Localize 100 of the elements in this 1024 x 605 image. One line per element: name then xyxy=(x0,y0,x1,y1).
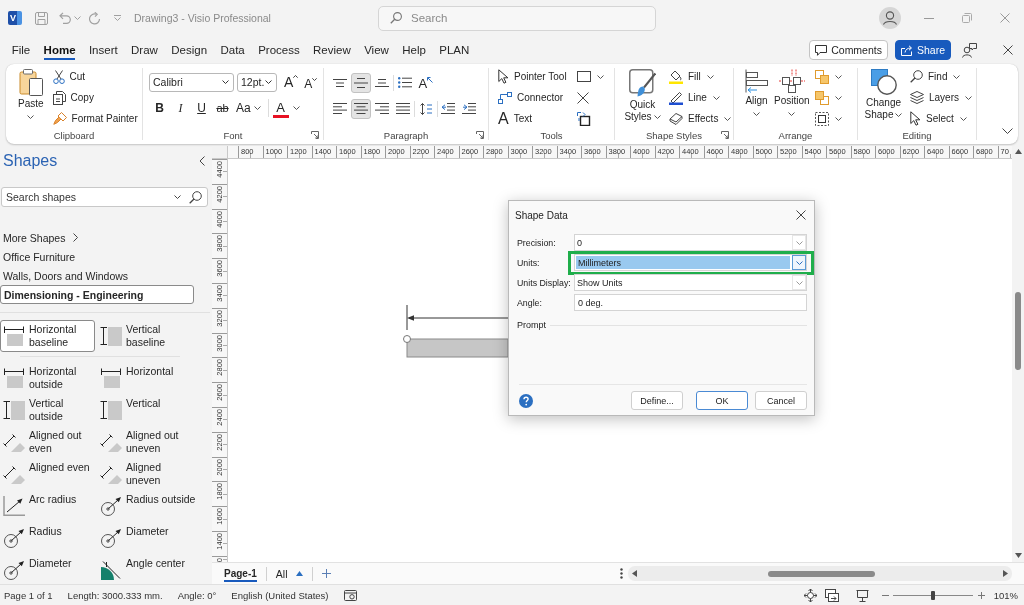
dialog-button[interactable]: Cancel xyxy=(755,391,807,410)
connector-button[interactable]: Connector xyxy=(495,87,570,108)
right-arrow-icon[interactable] xyxy=(1003,570,1008,577)
shape-item[interactable]: Horizontal xyxy=(97,362,208,394)
align-middle-button[interactable] xyxy=(351,72,371,93)
menu-tab[interactable]: Design xyxy=(164,38,214,62)
more-shapes-button[interactable]: More Shapes xyxy=(0,228,82,247)
menu-tab[interactable]: Draw xyxy=(124,38,165,62)
pointer-tool-button[interactable]: Pointer Tool xyxy=(495,66,570,87)
text-tool-button[interactable]: A Text xyxy=(495,108,570,129)
shape-item[interactable]: Angle center xyxy=(97,554,208,584)
bold-button[interactable]: B xyxy=(149,98,170,118)
position-button[interactable]: Position xyxy=(771,66,813,116)
user-avatar-icon[interactable] xyxy=(879,7,901,29)
italic-button[interactable]: I xyxy=(170,98,191,118)
close-icon[interactable] xyxy=(796,210,806,220)
dropdown-field[interactable]: Millimeters xyxy=(574,254,807,271)
shape-item[interactable]: Vertical baseline xyxy=(97,320,208,352)
dialog-launcher-icon[interactable] xyxy=(721,131,729,139)
menu-tab[interactable]: Help xyxy=(395,38,433,62)
search-input[interactable]: Search xyxy=(411,6,655,30)
select-button[interactable]: Select xyxy=(907,108,975,129)
dialog-button[interactable]: Define... xyxy=(631,391,683,410)
all-pages-button[interactable]: All xyxy=(275,567,288,580)
shape-item[interactable]: Horizontal baseline xyxy=(0,320,95,352)
shape-item[interactable]: Horizontal outside xyxy=(0,362,95,394)
search-field[interactable]: Search shapes xyxy=(1,187,208,207)
stencil-item[interactable]: Dimensioning - Engineering xyxy=(0,285,194,304)
shape-item[interactable]: Diameter xyxy=(0,554,95,584)
help-icon[interactable] xyxy=(519,393,533,408)
find-button[interactable]: Find xyxy=(907,66,975,87)
shape-item[interactable]: Radius xyxy=(0,522,95,554)
menu-tab[interactable]: File xyxy=(5,38,37,62)
shape-item[interactable]: Aligned out even xyxy=(0,426,95,458)
chevron-left-icon[interactable] xyxy=(199,156,205,166)
triangle-up-icon[interactable] xyxy=(296,571,304,576)
down-arrow-icon[interactable] xyxy=(1014,553,1022,558)
change-shape-button[interactable]: Change Shape xyxy=(860,66,907,121)
paste-button[interactable]: Paste xyxy=(15,66,47,119)
grouped-squares-icon[interactable] xyxy=(814,111,829,126)
comments-button[interactable]: Comments xyxy=(809,40,888,60)
left-arrow-icon[interactable] xyxy=(632,570,637,577)
scrollbar-thumb[interactable] xyxy=(768,570,875,577)
plus-icon[interactable] xyxy=(977,591,985,599)
quick-styles-button[interactable]: Quick Styles xyxy=(619,66,666,123)
search-icon[interactable] xyxy=(189,190,202,204)
close-icon[interactable] xyxy=(1003,45,1013,55)
menu-tab[interactable]: PLAN xyxy=(432,38,476,62)
align-button[interactable]: Align xyxy=(742,66,771,116)
stencil-item[interactable]: Office Furniture xyxy=(0,247,79,266)
caret-icon[interactable] xyxy=(834,95,842,100)
font-size-field[interactable]: 12pt. xyxy=(237,72,277,92)
effects-button[interactable]: Effects xyxy=(666,108,735,129)
font-name-field[interactable]: Calibri xyxy=(149,72,234,92)
search-field[interactable]: Search xyxy=(378,5,656,31)
menu-tab[interactable]: Data xyxy=(213,38,252,62)
plus-icon[interactable] xyxy=(322,569,332,578)
share-button[interactable]: Share xyxy=(894,40,951,60)
caret-icon[interactable] xyxy=(174,195,181,199)
text-direction-button[interactable]: A xyxy=(415,72,437,93)
dialog-launcher-icon[interactable] xyxy=(311,131,319,139)
text-field[interactable]: 0 deg. xyxy=(574,294,807,311)
caret-icon[interactable] xyxy=(292,106,300,110)
shape-item[interactable]: Arc radius xyxy=(0,490,95,522)
shape-item[interactable]: Aligned even xyxy=(0,458,95,490)
minimize-icon[interactable] xyxy=(924,17,934,19)
caret-icon[interactable] xyxy=(1002,128,1013,134)
dialog-launcher-icon[interactable] xyxy=(476,131,484,139)
more-options-icon[interactable] xyxy=(620,568,623,579)
minus-icon[interactable] xyxy=(881,594,889,596)
stencil-item[interactable]: Walls, Doors and Windows xyxy=(0,266,132,285)
grow-font-button[interactable]: A xyxy=(284,72,299,92)
align-center-button[interactable] xyxy=(351,98,371,119)
x-mark-icon[interactable] xyxy=(577,91,589,104)
shape-item[interactable]: Vertical xyxy=(97,394,208,426)
shape-item[interactable]: Aligned uneven xyxy=(97,458,208,490)
up-arrow-icon[interactable] xyxy=(1014,149,1022,154)
slider-thumb[interactable] xyxy=(930,590,935,600)
shape-item[interactable]: Diameter xyxy=(97,522,208,554)
shape-item[interactable]: Vertical outside xyxy=(0,394,95,426)
presentation-screen-icon[interactable] xyxy=(855,588,869,602)
copy-button[interactable]: Copy xyxy=(49,87,141,108)
dropdown-field[interactable]: Show Units xyxy=(574,274,807,291)
strikethrough-button[interactable]: ab xyxy=(212,98,233,118)
menu-tab[interactable]: Review xyxy=(306,38,358,62)
shrink-font-button[interactable]: A xyxy=(304,72,318,92)
rectangle-icon[interactable] xyxy=(577,71,591,82)
caret-icon[interactable] xyxy=(265,80,272,84)
menu-tab[interactable]: Insert xyxy=(82,38,125,62)
shape-item[interactable]: Radius outside xyxy=(97,490,208,522)
underline-button[interactable]: U xyxy=(191,98,212,118)
cut-button[interactable]: Cut xyxy=(49,66,141,87)
font-color-button[interactable]: A xyxy=(272,98,289,118)
dropdown-button[interactable] xyxy=(792,255,806,270)
search-input[interactable]: Search shapes xyxy=(6,188,166,206)
dialog-button[interactable]: OK xyxy=(696,391,748,410)
menu-tab[interactable]: View xyxy=(357,38,396,62)
square-arrows-icon[interactable] xyxy=(577,111,591,126)
person-speech-icon[interactable] xyxy=(962,42,977,58)
caret-icon[interactable] xyxy=(834,116,842,121)
